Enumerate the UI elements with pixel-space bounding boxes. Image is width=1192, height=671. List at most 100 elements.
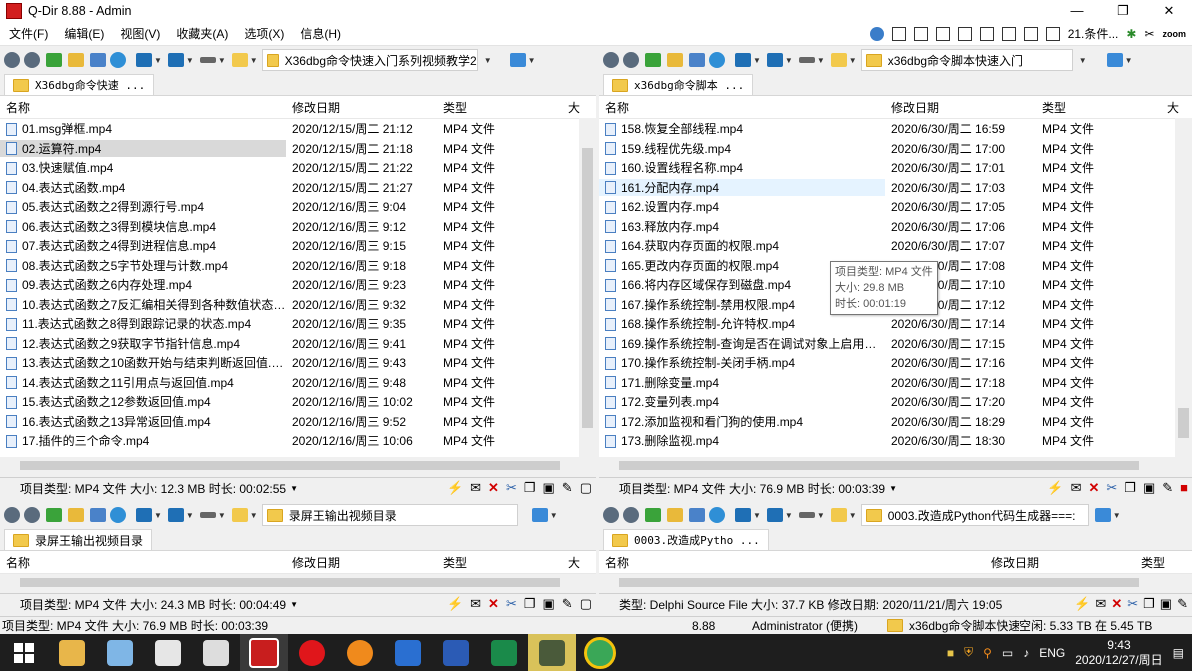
- col-date[interactable]: 修改日期: [286, 554, 437, 571]
- file-row[interactable]: 173.删除监视.mp4 2020/6/30/周二 18:30 MP4 文件: [599, 431, 1192, 451]
- file-row[interactable]: 160.设置线程名称.mp4 2020/6/30/周二 17:01 MP4 文件: [599, 158, 1192, 178]
- layout-1-icon[interactable]: [891, 26, 906, 41]
- tray-app-icon[interactable]: ■: [947, 646, 954, 660]
- mail-icon[interactable]: ✉: [470, 596, 481, 612]
- cut-icon[interactable]: ✂: [1127, 596, 1138, 612]
- layout-2-icon[interactable]: [913, 26, 928, 41]
- cut-icon[interactable]: ✂: [1106, 480, 1117, 496]
- paste-icon[interactable]: ▣: [543, 596, 555, 612]
- tools-icon[interactable]: ✂: [1144, 27, 1154, 41]
- chevron-down-icon[interactable]: ▼: [186, 511, 194, 520]
- lightning-icon[interactable]: ⚡: [1074, 596, 1090, 612]
- taskbar-explorer[interactable]: [48, 634, 96, 671]
- close-button[interactable]: ✕: [1146, 0, 1192, 22]
- path-bar[interactable]: 录屏王输出视频目录: [261, 504, 518, 526]
- file-row[interactable]: 162.设置内存.mp4 2020/6/30/周二 17:05 MP4 文件: [599, 197, 1192, 217]
- col-name[interactable]: 名称: [0, 99, 286, 116]
- chevron-down-icon[interactable]: ▼: [1113, 511, 1121, 520]
- file-row[interactable]: 16.表达式函数之13异常返回值.mp4 2020/12/16/周三 9:52 MP…: [0, 412, 596, 432]
- chevron-down-icon[interactable]: ▼: [817, 511, 825, 520]
- tab-current-folder[interactable]: 0003.改造成Pytho ...: [603, 529, 769, 550]
- path-bar[interactable]: x36dbg命令脚本快速入门: [860, 49, 1073, 71]
- col-date[interactable]: 修改日期: [286, 99, 437, 116]
- forward-icon[interactable]: [623, 507, 639, 523]
- vertical-scrollbar[interactable]: [579, 118, 596, 458]
- notification-icon[interactable]: ▤: [1173, 646, 1184, 660]
- back-icon[interactable]: [4, 52, 20, 68]
- chevron-down-icon[interactable]: ▼: [290, 600, 298, 609]
- scroll-thumb[interactable]: [582, 148, 593, 428]
- chevron-down-icon[interactable]: ▼: [290, 484, 298, 493]
- edit-icon[interactable]: ✎: [1162, 480, 1173, 496]
- file-row[interactable]: 172.变量列表.mp4 2020/6/30/周二 17:20 MP4 文件: [599, 392, 1192, 412]
- preview-icon[interactable]: ▢: [580, 596, 592, 612]
- taskbar-search[interactable]: [336, 634, 384, 671]
- taskbar-h-app[interactable]: [480, 634, 528, 671]
- drive-icon[interactable]: [199, 512, 216, 518]
- edit-icon[interactable]: ✎: [562, 480, 573, 496]
- chevron-down-icon[interactable]: ▼: [1125, 56, 1133, 65]
- file-row[interactable]: 171.删除变量.mp4 2020/6/30/周二 17:18 MP4 文件: [599, 373, 1192, 393]
- col-type[interactable]: 类型: [1135, 554, 1185, 571]
- conditions-label[interactable]: 21.条件...: [1068, 25, 1119, 42]
- paste-icon[interactable]: ▣: [1143, 480, 1155, 496]
- file-row[interactable]: 15.表达式函数之12参数返回值.mp4 2020/12/16/周三 10:02 M…: [0, 392, 596, 412]
- taskbar-opera[interactable]: [288, 634, 336, 671]
- delete-icon[interactable]: ✕: [488, 480, 499, 496]
- chevron-down-icon[interactable]: ▼: [550, 511, 558, 520]
- file-row[interactable]: 172.添加监视和看门狗的使用.mp4 2020/6/30/周二 18:29 MP4…: [599, 412, 1192, 432]
- folder-icon[interactable]: [231, 53, 248, 67]
- taskbar-qdir[interactable]: [240, 634, 288, 671]
- cut-icon[interactable]: ✂: [506, 480, 517, 496]
- file-row[interactable]: 01.msg弹框.mp4 2020/12/15/周二 21:12 MP4 文件: [0, 119, 596, 139]
- preview-icon[interactable]: ▢: [580, 480, 592, 496]
- paste-icon[interactable]: ▣: [543, 480, 555, 496]
- layout-3-icon[interactable]: [935, 26, 950, 41]
- chevron-down-icon[interactable]: ▼: [817, 56, 825, 65]
- chevron-down-icon[interactable]: ▼: [785, 511, 793, 520]
- file-row[interactable]: 05.表达式函数之2得到源行号.mp4 2020/12/16/周三 9:04 MP4…: [0, 197, 596, 217]
- search-tray-icon[interactable]: ⚲: [983, 646, 992, 660]
- folder-icon[interactable]: [830, 53, 847, 67]
- file-row[interactable]: 11.表达式函数之8得到跟踪记录的状态.mp4 2020/12/16/周三 9:3…: [0, 314, 596, 334]
- taskbar-editor[interactable]: [144, 634, 192, 671]
- preview-icon[interactable]: ■: [1180, 480, 1188, 496]
- lightning-icon[interactable]: ⚡: [447, 596, 463, 612]
- new-folder-icon[interactable]: [68, 508, 84, 522]
- refresh-icon[interactable]: [709, 507, 725, 523]
- start-button[interactable]: [0, 634, 48, 671]
- monitor-icon[interactable]: [531, 508, 548, 522]
- horizontal-scrollbar[interactable]: [599, 457, 1192, 474]
- scroll-thumb[interactable]: [20, 461, 560, 470]
- up-folder-icon[interactable]: [46, 53, 62, 67]
- col-date[interactable]: 修改日期: [985, 554, 1135, 571]
- file-row[interactable]: 08.表达式函数之5字节处理与计数.mp4 2020/12/16/周三 9:18 M…: [0, 256, 596, 276]
- menu-view[interactable]: 视图(V): [111, 25, 167, 42]
- chevron-down-icon[interactable]: ▼: [186, 56, 194, 65]
- clock[interactable]: 9:43 2020/12/27/周日: [1075, 638, 1162, 668]
- file-row[interactable]: 161.分配内存.mp4 2020/6/30/周二 17:03 MP4 文件: [599, 178, 1192, 198]
- chevron-down-icon[interactable]: ▼: [250, 511, 258, 520]
- layout-4-icon[interactable]: [957, 26, 972, 41]
- copy-icon[interactable]: ❐: [1143, 596, 1155, 612]
- file-row[interactable]: 07.表达式函数之4得到进程信息.mp4 2020/12/16/周三 9:15 MP…: [0, 236, 596, 256]
- drive-icon[interactable]: [199, 57, 216, 63]
- mail-icon[interactable]: ✉: [1071, 480, 1082, 496]
- col-type[interactable]: 类型: [1036, 99, 1161, 116]
- file-row[interactable]: 12.表达式函数之9获取字节指针信息.mp4 2020/12/16/周三 9:41…: [0, 334, 596, 354]
- file-row[interactable]: 17.插件的三个命令.mp4 2020/12/16/周三 10:06 MP4 文件: [0, 431, 596, 451]
- taskbar-notes[interactable]: [384, 634, 432, 671]
- delete-icon[interactable]: ✕: [1088, 480, 1099, 496]
- scroll-thumb[interactable]: [20, 578, 560, 587]
- menu-options[interactable]: 选项(X): [235, 25, 291, 42]
- mail-icon[interactable]: ✉: [1095, 596, 1106, 612]
- shield-icon[interactable]: ⛨: [964, 645, 973, 660]
- col-name[interactable]: 名称: [0, 554, 286, 571]
- chevron-down-icon[interactable]: ▼: [753, 511, 761, 520]
- minimize-button[interactable]: —: [1054, 0, 1100, 22]
- taskbar-notepad[interactable]: [96, 634, 144, 671]
- copy-icon[interactable]: ❐: [524, 596, 536, 612]
- view-mode-icon[interactable]: [689, 53, 705, 67]
- back-icon[interactable]: [603, 507, 619, 523]
- refresh-icon[interactable]: [110, 52, 126, 68]
